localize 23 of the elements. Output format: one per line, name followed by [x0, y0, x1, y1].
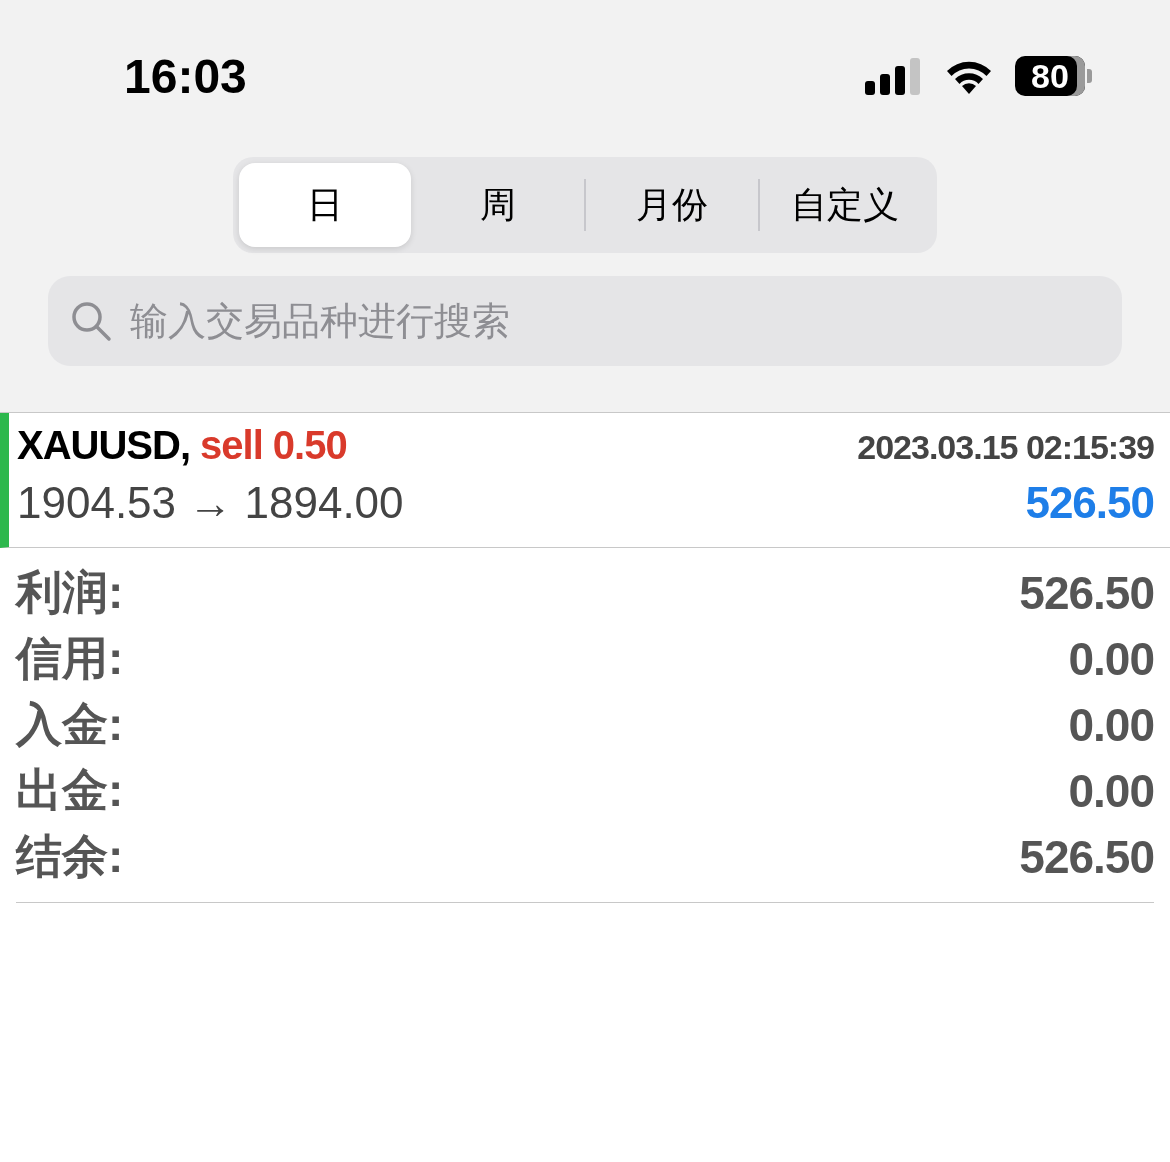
summary-label: 结余:	[16, 829, 124, 884]
signal-icon	[865, 57, 923, 95]
trade-symbol: XAUUSD,	[17, 423, 191, 468]
search-field[interactable]: 输入交易品种进行搜索	[48, 276, 1122, 366]
trade-time: 2023.03.15 02:15:39	[857, 428, 1154, 467]
trade-row[interactable]: XAUUSD, sell 0.50 2023.03.15 02:15:39 1904.53 → 1894.00 526.50	[0, 413, 1170, 548]
summary-value: 0.00	[1068, 698, 1154, 752]
summary-value: 526.50	[1019, 830, 1154, 884]
summary-value: 526.50	[1019, 566, 1154, 620]
period-tab[interactable]: 月份	[586, 163, 758, 247]
period-tab[interactable]: 周	[412, 163, 584, 247]
period-tab[interactable]: 日	[239, 163, 411, 247]
trade-profit: 526.50	[1025, 478, 1154, 528]
summary-label: 入金:	[16, 697, 124, 752]
summary-value: 0.00	[1068, 632, 1154, 686]
trade-prices: 1904.53 → 1894.00	[17, 478, 404, 528]
summary-label: 出金:	[16, 763, 124, 818]
status-time: 16:03	[124, 48, 247, 104]
summary-label: 信用:	[16, 631, 124, 686]
period-tab[interactable]: 自定义	[759, 163, 931, 247]
summary-value: 0.00	[1068, 764, 1154, 818]
trade-order: sell 0.50	[200, 423, 347, 468]
summary-label: 利润:	[16, 565, 124, 620]
